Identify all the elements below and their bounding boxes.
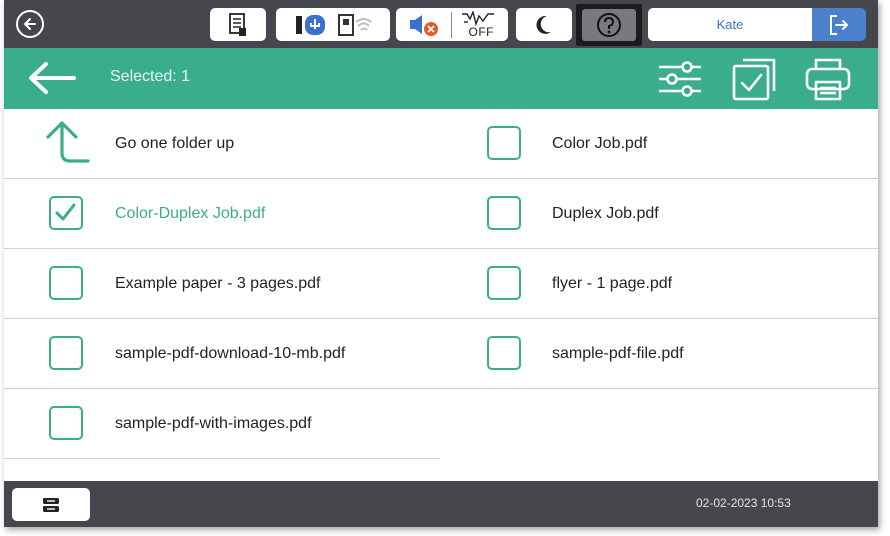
file-name: Example paper - 3 pages.pdf [115, 274, 321, 292]
file-row-sample-images[interactable]: sample-pdf-with-images.pdf [4, 389, 440, 459]
sleep-button[interactable] [516, 8, 572, 41]
file-checkbox[interactable] [487, 196, 521, 230]
file-name: sample-pdf-download-10-mb.pdf [115, 344, 346, 362]
folder-up-arrow-icon [46, 121, 90, 163]
sound-muted-icon [409, 14, 438, 36]
arrow-left-circle-icon [24, 18, 36, 30]
help-button[interactable] [576, 4, 642, 46]
file-name: Color Job.pdf [552, 134, 648, 152]
back-arrow-icon[interactable] [26, 60, 78, 96]
divider [450, 11, 452, 38]
file-row-duplex-job[interactable]: Duplex Job.pdf [440, 179, 878, 249]
help-icon [597, 13, 621, 37]
date-time: 02-02-2023 10:53 [696, 496, 791, 510]
file-row-color-duplex[interactable]: Color-Duplex Job.pdf [4, 179, 440, 249]
file-checkbox[interactable] [49, 266, 83, 300]
help-button-face [582, 9, 636, 41]
file-row-sample-file[interactable]: sample-pdf-file.pdf [440, 319, 878, 389]
file-checkbox[interactable] [487, 126, 521, 160]
connectivity-button[interactable] [276, 8, 390, 41]
filter-sliders-icon[interactable] [656, 57, 704, 101]
app-frame: OFF Kate Selected: 1 Go one folder up Co… [4, 0, 878, 527]
job-status-icon [43, 497, 59, 512]
file-name-selected: Color-Duplex Job.pdf [115, 204, 266, 222]
fax-off-label: OFF [468, 24, 494, 39]
sound-fax-button[interactable]: OFF [396, 8, 508, 41]
sleep-moon-icon [536, 15, 551, 34]
file-row-sample-download[interactable]: sample-pdf-download-10-mb.pdf [4, 319, 440, 389]
select-all-icon[interactable] [730, 57, 778, 101]
job-status-button[interactable] [12, 488, 90, 521]
document-status-button[interactable] [210, 8, 266, 41]
file-checkbox[interactable] [487, 336, 521, 370]
folder-up-row[interactable]: Go one folder up [4, 109, 440, 179]
document-status-icon [229, 12, 246, 36]
selected-count: Selected: 1 [110, 68, 191, 85]
selection-header: Selected: 1 [4, 48, 878, 109]
file-row-example-paper[interactable]: Example paper - 3 pages.pdf [4, 249, 440, 319]
checkmark-icon [55, 203, 76, 221]
file-row-flyer[interactable]: flyer - 1 page.pdf [440, 249, 878, 319]
status-bar: OFF Kate [4, 0, 878, 48]
logout-button[interactable] [812, 8, 866, 41]
file-name: flyer - 1 page.pdf [552, 274, 673, 292]
user-name-box[interactable]: Kate [648, 8, 812, 41]
file-checkbox[interactable] [49, 406, 83, 440]
file-checkbox[interactable] [49, 336, 83, 370]
file-name: Duplex Job.pdf [552, 204, 659, 222]
file-checkbox[interactable] [487, 266, 521, 300]
file-name: sample-pdf-with-images.pdf [115, 414, 312, 432]
fax-off-indicator: OFF [460, 10, 498, 39]
file-name: sample-pdf-file.pdf [552, 344, 684, 362]
folder-up-label: Go one folder up [115, 134, 235, 152]
logout-icon [830, 14, 848, 35]
bottom-bar: 02-02-2023 10:53 [4, 481, 878, 527]
file-row-color-job[interactable]: Color Job.pdf [440, 109, 878, 179]
print-icon[interactable] [804, 57, 852, 101]
wifi-icon [338, 13, 372, 36]
home-back-button[interactable] [16, 10, 44, 38]
file-checkbox-checked[interactable] [49, 196, 83, 230]
usb-memory-icon [296, 14, 325, 35]
